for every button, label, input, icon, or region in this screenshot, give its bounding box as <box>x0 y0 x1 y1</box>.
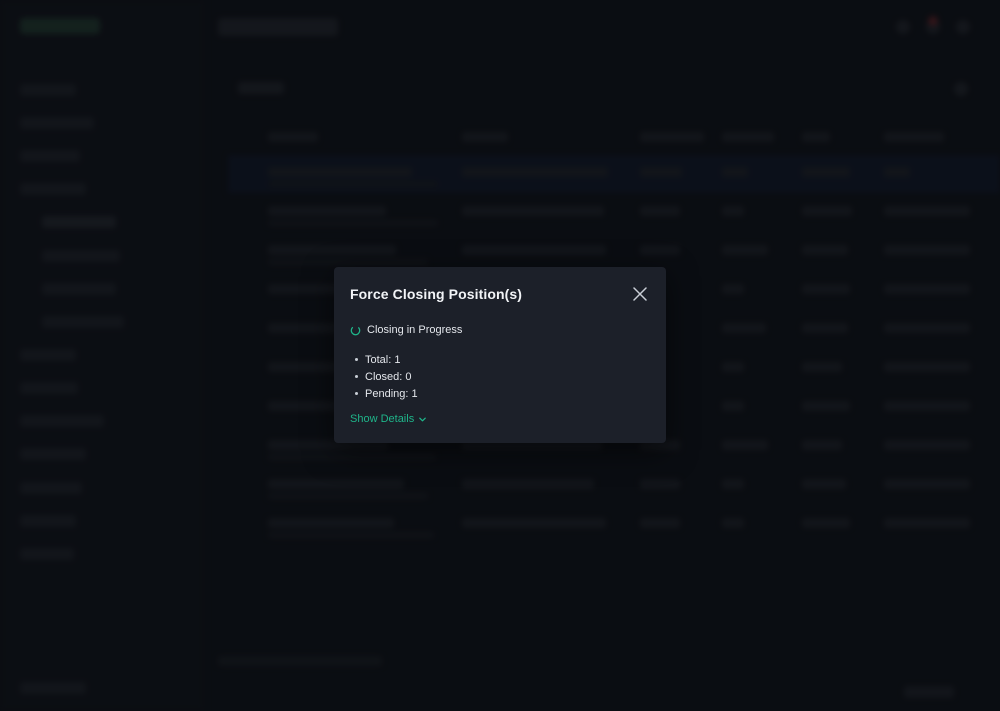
bullet-icon <box>355 375 358 378</box>
status-text: Closing in Progress <box>367 324 463 336</box>
show-details-toggle[interactable]: Show Details <box>350 413 427 425</box>
force-close-dialog: Force Closing Position(s) Closing in Pro… <box>334 267 666 443</box>
close-button[interactable] <box>632 286 648 302</box>
stat-pending: Pending: 1 <box>365 387 418 400</box>
list-item: Total: 1 <box>355 351 418 368</box>
close-icon <box>633 287 647 301</box>
dialog-title: Force Closing Position(s) <box>350 286 523 302</box>
bullet-icon <box>355 392 358 395</box>
stat-closed: Closed: 0 <box>365 370 412 383</box>
chevron-down-icon <box>419 417 427 421</box>
show-details-label: Show Details <box>350 413 415 425</box>
app-window: Force Closing Position(s) Closing in Pro… <box>0 0 1000 711</box>
list-item: Closed: 0 <box>355 368 418 385</box>
stat-total: Total: 1 <box>365 353 401 366</box>
list-item: Pending: 1 <box>355 385 418 402</box>
progress-status: Closing in Progress <box>350 324 462 336</box>
bullet-icon <box>355 358 358 361</box>
close-stats-list: Total: 1 Closed: 0 Pending: 1 <box>355 351 418 402</box>
spinner-icon <box>350 325 361 335</box>
